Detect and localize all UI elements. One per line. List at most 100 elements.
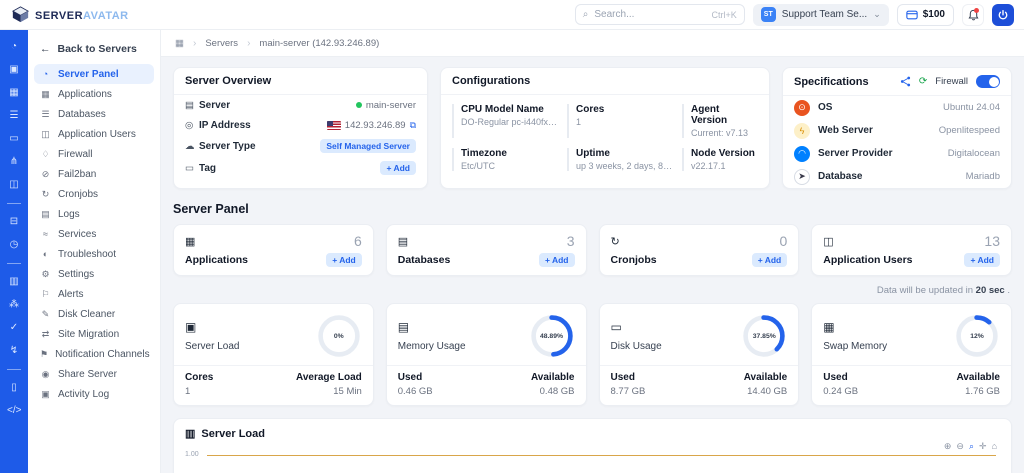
spec-value: Ubuntu 24.04 — [943, 102, 1000, 113]
swap-memory-gauge-card: ▦ Swap Memory 12% Used — [811, 303, 1012, 406]
sidebar-item-site-migration[interactable]: ⇄ Site Migration — [34, 324, 154, 344]
config-label: Agent Version — [691, 104, 758, 126]
rail-divider — [7, 203, 21, 204]
sidebar-item-fail2ban[interactable]: ⊘ Fail2ban — [34, 164, 154, 184]
sidebar-item-disk-cleaner[interactable]: ✎ Disk Cleaner — [34, 304, 154, 324]
spec-value: Digitalocean — [948, 148, 1000, 159]
sidebar-item-share-server[interactable]: ◉ Share Server — [34, 364, 154, 384]
share-icon[interactable] — [900, 76, 911, 87]
applications-stat-card[interactable]: ▦ 6 Applications + Add — [173, 224, 374, 276]
reset-zoom-home-icon[interactable]: ⌂ — [992, 441, 997, 452]
load-series-line — [207, 455, 996, 456]
zoom-in-icon[interactable]: ⊕ — [944, 441, 952, 452]
rail-nodes-icon[interactable]: ⁂ — [7, 300, 21, 310]
sidebar-item-logs[interactable]: ▤ Logs — [34, 204, 154, 224]
serveravatar-logo[interactable]: SERVERAVATAR — [12, 6, 129, 24]
gauge-right-label: Available — [744, 372, 788, 383]
cronjobs-label: Cronjobs — [611, 254, 657, 266]
overview-server-label: Server — [199, 100, 230, 111]
rail-dashboard-icon[interactable]: ◔ — [7, 42, 21, 52]
copy-icon[interactable]: ⧉ — [410, 120, 416, 131]
fail2ban-icon: ⊘ — [40, 169, 51, 180]
sidebar-item-firewall[interactable]: ♢ Firewall — [34, 144, 154, 164]
breadcrumb: ▦ › Servers › main-server (142.93.246.89… — [161, 30, 1024, 57]
server-type-badge: Self Managed Server — [320, 139, 416, 153]
selection-zoom-icon[interactable]: ⌕ — [969, 441, 974, 452]
power-button[interactable] — [992, 4, 1014, 26]
overview-tag-label: Tag — [199, 163, 216, 174]
gauge-left-label: Used — [611, 372, 646, 383]
back-to-servers-link[interactable]: ← Back to Servers — [34, 38, 154, 64]
sidebar-item-alerts[interactable]: ⚐ Alerts — [34, 284, 154, 304]
rail-automation-icon[interactable]: ↯ — [7, 346, 21, 356]
sidebar-item-settings[interactable]: ⚙ Settings — [34, 264, 154, 284]
notifications-button[interactable] — [962, 4, 984, 26]
config-value: Current: v7.13 — [691, 128, 758, 138]
config-agent-version: Agent Version Current: v7.13 — [682, 104, 758, 138]
rail-databases-icon[interactable]: ☰ — [7, 111, 21, 121]
gauge-percent: 12% — [954, 313, 1000, 359]
chart-plot-area[interactable]: 1.00 — [185, 454, 1000, 473]
avatar: ST — [761, 7, 776, 22]
add-tag-button[interactable]: + Add — [380, 161, 416, 175]
user-menu[interactable]: ST Support Team Se... ⌄ — [753, 4, 889, 26]
zoom-out-icon[interactable]: ⊖ — [956, 441, 964, 452]
sidebar-item-notification-channels[interactable]: ⚑ Notification Channels — [34, 344, 154, 364]
gauge-left-value: 1 — [185, 386, 213, 397]
refresh-icon[interactable]: ⟳ — [919, 76, 927, 87]
sidebar-item-troubleshoot[interactable]: ◐ Troubleshoot — [34, 244, 154, 264]
rail-server-panel-icon[interactable]: ▣ — [7, 65, 21, 75]
add-database-button[interactable]: + Add — [539, 253, 575, 267]
add-application-user-button[interactable]: + Add — [964, 253, 1000, 267]
rail-billing-icon[interactable]: ⊟ — [7, 217, 21, 227]
sidebar-item-server-panel[interactable]: ◔ Server Panel — [34, 64, 154, 84]
user-name: Support Team Se... — [782, 9, 867, 20]
breadcrumb-current-server[interactable]: main-server (142.93.246.89) — [259, 38, 379, 49]
sidebar-item-label: Share Server — [58, 369, 117, 380]
rail-network-icon[interactable]: ⋔ — [7, 157, 21, 167]
balance-button[interactable]: $100 — [897, 4, 954, 26]
add-cronjob-button[interactable]: + Add — [752, 253, 788, 267]
sidebar-item-activity-log[interactable]: ▣ Activity Log — [34, 384, 154, 404]
rail-health-icon[interactable]: ✓ — [7, 323, 21, 333]
specifications-card: Specifications ⟳ Firewall — [782, 67, 1012, 189]
disk-cleaner-icon: ✎ — [40, 309, 51, 320]
rail-device-icon[interactable]: ▯ — [7, 383, 21, 393]
rail-disk-icon[interactable]: ▭ — [7, 134, 21, 144]
add-application-button[interactable]: + Add — [326, 253, 362, 267]
search-input[interactable]: ⌕ Search... Ctrl+K — [575, 4, 745, 25]
server-load-chart-card: ▥ Server Load ⊕ ⊖ ⌕ ✛ ⌂ 1.00 — [173, 418, 1012, 473]
server-overview-card: Server Overview ▤ Server main-server ◎ I… — [173, 67, 428, 189]
rail-applications-icon[interactable]: ▦ — [7, 88, 21, 98]
config-label: Timezone — [461, 148, 559, 159]
sidebar-item-label: Services — [58, 229, 96, 240]
icon-rail: ◔ ▣ ▦ ☰ ▭ ⋔ ◫ ⊟ ◷ ▥ ⁂ ✓ ↯ ▯ </> — [0, 30, 28, 473]
application-users-icon: ◫ — [823, 235, 833, 248]
rail-users-icon[interactable]: ◫ — [7, 180, 21, 190]
cronjobs-stat-card[interactable]: ↻ 0 Cronjobs + Add — [599, 224, 800, 276]
databases-stat-card[interactable]: ▤ 3 Databases + Add — [386, 224, 587, 276]
cronjobs-icon: ↻ — [40, 189, 51, 200]
sidebar-item-application-users[interactable]: ◫ Application Users — [34, 124, 154, 144]
rail-monitoring-icon[interactable]: ▥ — [7, 277, 21, 287]
memory-icon: ▤ — [398, 320, 466, 334]
sidebar-item-applications[interactable]: ▦ Applications — [34, 84, 154, 104]
sidebar-item-label: Notification Channels — [55, 349, 150, 360]
rail-code-icon[interactable]: </> — [7, 406, 21, 416]
pan-icon[interactable]: ✛ — [979, 441, 987, 452]
gauge-right-label: Available — [531, 372, 575, 383]
firewall-toggle[interactable] — [976, 75, 1000, 88]
rail-uptime-icon[interactable]: ◷ — [7, 240, 21, 250]
server-load-donut: 0% — [316, 313, 362, 359]
sidebar-item-label: Alerts — [58, 289, 84, 300]
sidebar-item-databases[interactable]: ☰ Databases — [34, 104, 154, 124]
breadcrumb-home-icon[interactable]: ▦ — [175, 38, 184, 49]
chart-toolbar: ⊕ ⊖ ⌕ ✛ ⌂ — [944, 441, 997, 452]
breadcrumb-servers[interactable]: Servers — [205, 38, 238, 49]
sidebar-item-services[interactable]: ≈ Services — [34, 224, 154, 244]
application-users-stat-card[interactable]: ◫ 13 Application Users + Add — [811, 224, 1012, 276]
config-label: CPU Model Name — [461, 104, 559, 115]
swap-memory-donut: 12% — [954, 313, 1000, 359]
spec-value: Mariadb — [966, 171, 1000, 182]
sidebar-item-cronjobs[interactable]: ↻ Cronjobs — [34, 184, 154, 204]
